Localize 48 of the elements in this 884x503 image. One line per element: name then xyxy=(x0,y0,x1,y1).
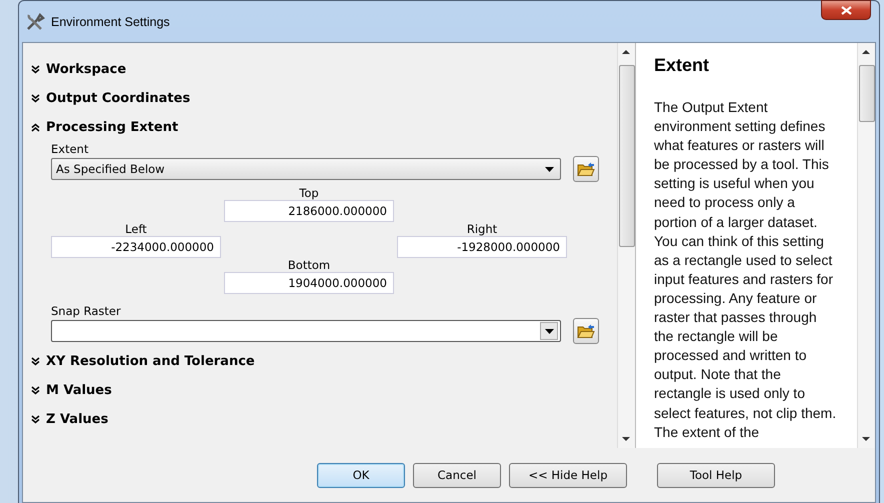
folder-icon xyxy=(577,161,595,177)
section-header[interactable]: Output Coordinates xyxy=(46,91,190,106)
expand-icon[interactable] xyxy=(31,415,40,424)
coordinate-field[interactable]: -1928000.000000 xyxy=(397,236,567,258)
scroll-down-icon[interactable] xyxy=(622,437,630,442)
field-label: Top xyxy=(299,186,319,200)
scroll-thumb[interactable] xyxy=(859,65,875,122)
tools-icon xyxy=(25,12,45,30)
section-header[interactable]: Z Values xyxy=(46,412,108,427)
close-icon xyxy=(840,6,852,14)
close-button[interactable] xyxy=(821,0,871,20)
expand-icon[interactable] xyxy=(31,65,40,74)
folder-icon xyxy=(577,323,595,339)
coordinate-field[interactable]: 1904000.000000 xyxy=(224,272,394,294)
browse-button[interactable] xyxy=(573,318,599,344)
help-text: The Output Extent environment setting defines what features or rasters will be processed by a tool. This setting is useful when you need to process only a portion of a larger dataset. You can think of this setting as a rectangle used to select input features and rasters for processing. Any feature or raster that passes through the rectangle will be processed and written to output. Note that the rectangle is used only to select features, not clip them. The extent of the xyxy=(654,98,838,442)
section-header[interactable]: M Values xyxy=(46,383,112,398)
scrollbar[interactable] xyxy=(857,43,875,448)
field-label: Right xyxy=(466,222,498,236)
coordinate-field[interactable]: -2234000.000000 xyxy=(51,236,221,258)
field-label: Bottom xyxy=(288,258,330,272)
dialog-button[interactable]: << Hide Help xyxy=(509,462,627,488)
browse-button[interactable] xyxy=(573,156,599,182)
dialog-button[interactable]: Tool Help xyxy=(657,462,775,488)
expand-icon[interactable] xyxy=(31,386,40,395)
section-header[interactable]: XY Resolution and Tolerance xyxy=(46,354,255,369)
expand-icon[interactable] xyxy=(31,357,40,366)
extent-dropdown[interactable]: As Specified Below xyxy=(51,158,561,180)
scroll-thumb[interactable] xyxy=(619,65,635,247)
field-label: Snap Raster xyxy=(51,304,122,318)
section-header[interactable]: Workspace xyxy=(46,62,126,77)
scroll-up-icon[interactable] xyxy=(862,49,870,54)
collapse-icon[interactable] xyxy=(31,123,40,132)
window-title: Environment Settings xyxy=(51,14,171,28)
snap-raster-dropdown[interactable] xyxy=(51,320,561,342)
help-title: Extent xyxy=(654,55,710,76)
coordinate-field[interactable]: 2186000.000000 xyxy=(224,200,394,222)
scroll-up-icon[interactable] xyxy=(622,49,630,54)
scroll-down-icon[interactable] xyxy=(862,437,870,442)
dropdown-icon xyxy=(544,328,554,334)
scrollbar[interactable] xyxy=(617,43,635,448)
section-header[interactable]: Processing Extent xyxy=(46,120,178,135)
field-label: Extent xyxy=(51,142,90,156)
expand-icon[interactable] xyxy=(31,94,40,103)
dialog-button[interactable]: Cancel xyxy=(413,462,501,488)
dropdown-icon xyxy=(545,166,554,172)
dialog-button[interactable]: OK xyxy=(317,462,405,488)
field-label: Left xyxy=(125,222,147,236)
